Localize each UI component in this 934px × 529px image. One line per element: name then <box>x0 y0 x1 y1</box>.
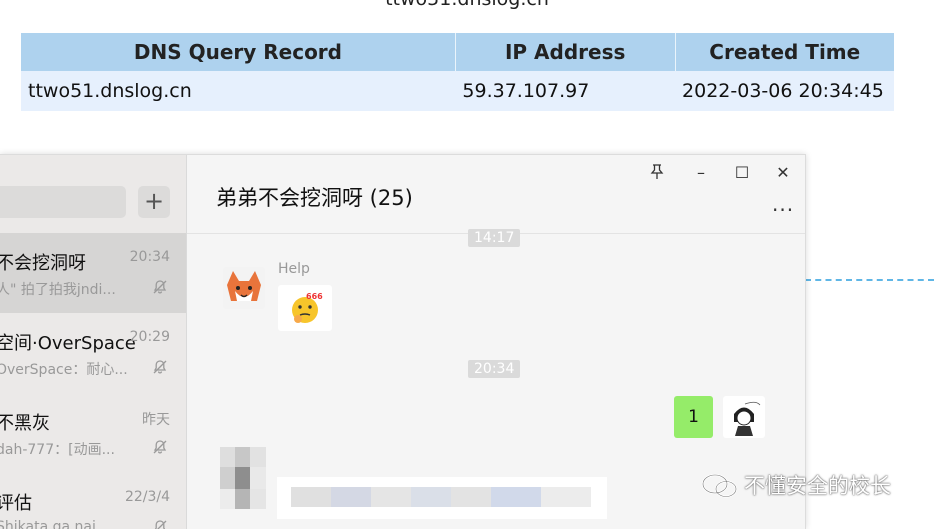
blurred-avatar <box>220 447 266 509</box>
blurred-message-bubble <box>277 477 607 519</box>
chat-window: + 不会挖洞呀 20:34 人" 拍了拍我jndi... 空间·OverSpac… <box>0 154 806 529</box>
dns-record-table: DNS Query Record IP Address Created Time… <box>21 33 894 111</box>
dashed-connector-line <box>805 279 934 281</box>
conversation-item[interactable]: 不会挖洞呀 20:34 人" 拍了拍我jndi... <box>0 233 186 313</box>
time-separator: 14:17 <box>468 229 521 247</box>
conversation-item[interactable]: 评估 22/3/4 Shikata ga nai... <box>0 473 186 529</box>
mute-bell-icon <box>153 280 167 294</box>
conversation-time: 20:29 <box>129 329 170 345</box>
maximize-button[interactable]: ☐ <box>732 163 752 182</box>
conversation-name: 评估 <box>0 493 32 514</box>
column-header-ip-address: IP Address <box>455 33 676 71</box>
time-separator: 20:34 <box>468 360 521 378</box>
table-row: ttwo51.dnslog.cn 59.37.107.97 2022-03-06… <box>21 71 894 111</box>
conversation-time: 昨天 <box>142 412 170 428</box>
cell-ip-address: 59.37.107.97 <box>455 71 676 111</box>
more-options-icon[interactable]: ··· <box>772 198 794 222</box>
mute-bell-icon <box>153 440 167 454</box>
conversation-time: 20:34 <box>129 249 170 265</box>
mute-bell-icon <box>153 360 167 374</box>
sticker-message[interactable]: 666 <box>278 285 332 331</box>
search-input[interactable] <box>0 186 126 218</box>
minimize-button[interactable]: – <box>691 163 711 182</box>
pin-icon[interactable] <box>650 164 664 180</box>
sticker-badge: 666 <box>306 292 323 301</box>
conversation-item[interactable]: 不黑灰 昨天 dah-777：[动画... <box>0 393 186 473</box>
chat-title: 弟弟不会挖洞呀 (25) <box>216 186 413 210</box>
fox-icon <box>227 271 261 301</box>
conversation-time: 22/3/4 <box>124 489 170 505</box>
add-button[interactable]: + <box>138 186 170 218</box>
conversation-name: 空间·OverSpace <box>0 333 136 354</box>
column-header-created-time: Created Time <box>675 33 894 71</box>
cartoon-person-icon <box>734 401 761 436</box>
conversation-preview: 人" 拍了拍我jndi... <box>0 282 116 298</box>
watermark-text: 不懂安全的校长 <box>744 474 891 498</box>
cell-dns-query: ttwo51.dnslog.cn <box>21 71 456 111</box>
sender-name: Help <box>278 261 310 277</box>
column-header-dns-query: DNS Query Record <box>21 33 456 71</box>
wechat-logo-icon <box>701 473 738 498</box>
cell-created-time: 2022-03-06 20:34:45 <box>675 71 894 111</box>
page-heading-partial: ttwo51.dnslog.cn <box>0 0 934 10</box>
conversation-preview: dah-777：[动画... <box>0 442 115 458</box>
table-header-row: DNS Query Record IP Address Created Time <box>21 33 894 71</box>
close-button[interactable]: ✕ <box>773 163 793 182</box>
fox-avatar[interactable] <box>223 267 265 309</box>
conversation-preview: OverSpace：耐心... <box>0 362 128 378</box>
conversation-name: 不会挖洞呀 <box>0 253 86 274</box>
conversation-name: 不黑灰 <box>0 413 50 434</box>
my-message-bubble[interactable]: 1 <box>674 396 713 438</box>
chat-header: 弟弟不会挖洞呀 (25) – ☐ ✕ ··· <box>187 155 805 234</box>
conversation-item[interactable]: 空间·OverSpace 20:29 OverSpace：耐心... <box>0 313 186 393</box>
thinking-emoji-icon: 666 <box>292 292 323 323</box>
my-avatar[interactable] <box>723 396 765 438</box>
conversation-sidebar: + 不会挖洞呀 20:34 人" 拍了拍我jndi... 空间·OverSpac… <box>0 155 187 529</box>
